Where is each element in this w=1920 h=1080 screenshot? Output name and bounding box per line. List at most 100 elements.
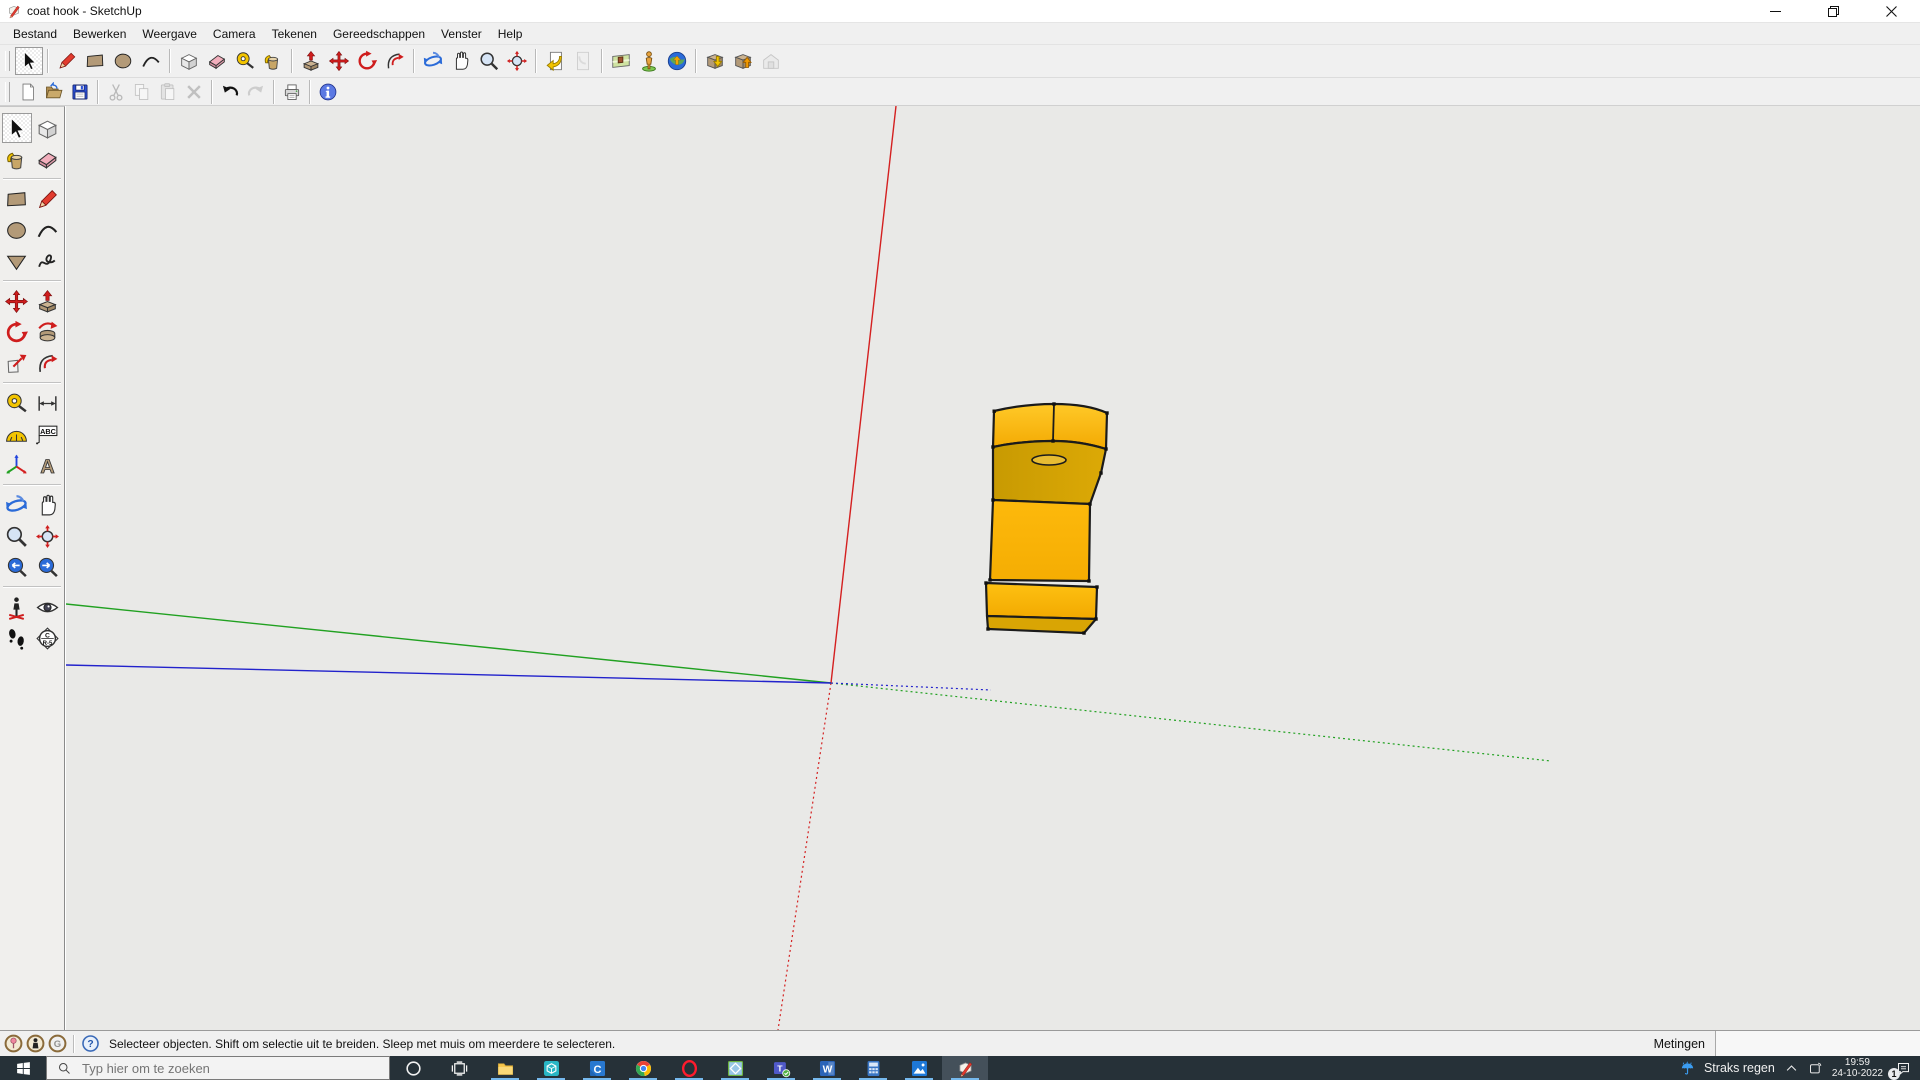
eraser-tool-button[interactable]	[33, 144, 63, 174]
move-tool-button[interactable]	[2, 286, 32, 316]
taskbar-app-word[interactable]	[804, 1056, 850, 1080]
taskbar-app-calculator[interactable]	[850, 1056, 896, 1080]
credits-status-icon[interactable]	[26, 1034, 45, 1053]
minimize-button[interactable]	[1746, 0, 1804, 22]
make-component-button[interactable]	[175, 47, 203, 75]
circle-button[interactable]	[109, 47, 137, 75]
taskbar-app-calendar[interactable]	[574, 1056, 620, 1080]
arc-button[interactable]	[137, 47, 165, 75]
notification-center-button[interactable]: 1	[1892, 1057, 1914, 1079]
previous-button[interactable]	[541, 47, 569, 75]
look-around-tool-button[interactable]	[33, 592, 63, 622]
tape-measure-button[interactable]	[231, 47, 259, 75]
restore-button[interactable]	[1804, 0, 1862, 22]
polygon-tool-button[interactable]	[2, 246, 32, 276]
dimension-tool-button[interactable]	[33, 388, 63, 418]
3d-text-tool-button[interactable]	[33, 450, 63, 480]
model-info-button[interactable]	[315, 79, 341, 104]
drawing-canvas[interactable]	[65, 106, 1920, 1030]
model-figure-button[interactable]	[635, 47, 663, 75]
tray-chevron-up-icon[interactable]	[1784, 1061, 1799, 1076]
pan-button[interactable]	[447, 47, 475, 75]
rotate-tool-button[interactable]	[2, 317, 32, 347]
geolocation-status-icon[interactable]	[4, 1034, 23, 1053]
taskbar-app-teams[interactable]	[758, 1056, 804, 1080]
toolbar-grip[interactable]	[5, 82, 10, 102]
taskbar-app-3d-viewer[interactable]	[528, 1056, 574, 1080]
eraser-button[interactable]	[203, 47, 231, 75]
google-earth-button[interactable]	[663, 47, 691, 75]
toolbar-grip[interactable]	[5, 51, 10, 71]
text-tool-button[interactable]	[33, 419, 63, 449]
menu-item-bewerken[interactable]: Bewerken	[65, 25, 134, 43]
start-button[interactable]	[0, 1056, 46, 1080]
taskbar-app-chrome[interactable]	[620, 1056, 666, 1080]
coat-hook-model[interactable]	[986, 404, 1107, 633]
orbit-button[interactable]	[419, 47, 447, 75]
menu-item-venster[interactable]: Venster	[433, 25, 490, 43]
menu-item-help[interactable]: Help	[490, 25, 531, 43]
rectangle-tool-button[interactable]	[2, 184, 32, 214]
offset-button[interactable]	[381, 47, 409, 75]
push-pull-tool-button[interactable]	[33, 286, 63, 316]
taskbar-clock[interactable]: 19:59 24-10-2022	[1832, 1057, 1883, 1079]
menu-item-weergave[interactable]: Weergave	[134, 25, 204, 43]
search-input[interactable]	[80, 1060, 334, 1077]
zoom-previous-tool-button[interactable]	[2, 552, 32, 582]
arc-tool-button[interactable]	[33, 215, 63, 245]
taskbar-app-file-explorer[interactable]	[482, 1056, 528, 1080]
tape-measure-tool-button[interactable]	[2, 388, 32, 418]
add-location-button[interactable]	[607, 47, 635, 75]
paint-bucket-tool-button[interactable]	[2, 144, 32, 174]
line-button[interactable]	[53, 47, 81, 75]
measurements-box[interactable]	[1715, 1031, 1920, 1056]
orbit-tool-button[interactable]	[2, 490, 32, 520]
select-tool-button[interactable]	[2, 113, 32, 143]
follow-me-tool-button[interactable]	[33, 317, 63, 347]
new-button[interactable]	[15, 79, 41, 104]
section-plane-tool-button[interactable]	[33, 623, 63, 653]
zoom-button[interactable]	[475, 47, 503, 75]
close-button[interactable]	[1862, 0, 1920, 22]
menu-item-gereedschappen[interactable]: Gereedschappen	[325, 25, 433, 43]
menu-item-bestand[interactable]: Bestand	[5, 25, 65, 43]
menu-item-camera[interactable]: Camera	[205, 25, 264, 43]
paint-bucket-button[interactable]	[259, 47, 287, 75]
walk-tool-button[interactable]	[2, 623, 32, 653]
zoom-tool-button[interactable]	[2, 521, 32, 551]
line-tool-button[interactable]	[33, 184, 63, 214]
circle-tool-button[interactable]	[2, 215, 32, 245]
signin-status-icon[interactable]	[48, 1034, 67, 1053]
taskbar-app-task-view[interactable]	[436, 1056, 482, 1080]
push-pull-button[interactable]	[297, 47, 325, 75]
taskbar-app-opera[interactable]	[666, 1056, 712, 1080]
weather-text[interactable]: Straks regen	[1704, 1061, 1775, 1075]
pan-tool-button[interactable]	[33, 490, 63, 520]
zoom-extents-tool-button[interactable]	[33, 521, 63, 551]
open-button[interactable]	[41, 79, 67, 104]
make-component-tool-button[interactable]	[33, 113, 63, 143]
taskbar-app-photos[interactable]	[896, 1056, 942, 1080]
move-button[interactable]	[325, 47, 353, 75]
menu-item-tekenen[interactable]: Tekenen	[264, 25, 325, 43]
protractor-tool-button[interactable]	[2, 419, 32, 449]
undo-button[interactable]	[217, 79, 243, 104]
zoom-extents-button[interactable]	[503, 47, 531, 75]
help-icon[interactable]	[81, 1034, 100, 1053]
print-button[interactable]	[279, 79, 305, 104]
taskbar-search[interactable]	[46, 1056, 390, 1080]
position-camera-tool-button[interactable]	[2, 592, 32, 622]
taskbar-app-sims[interactable]	[712, 1056, 758, 1080]
tray-device-icon[interactable]	[1808, 1061, 1823, 1076]
rectangle-button[interactable]	[81, 47, 109, 75]
taskbar-app-sketchup[interactable]	[942, 1056, 988, 1080]
zoom-next-tool-button[interactable]	[33, 552, 63, 582]
axes-tool-button[interactable]	[2, 450, 32, 480]
select-button[interactable]	[15, 47, 43, 75]
save-button[interactable]	[67, 79, 93, 104]
weather-umbrella-icon[interactable]	[1680, 1061, 1695, 1076]
get-models-button[interactable]	[701, 47, 729, 75]
taskbar-app-cortana[interactable]	[390, 1056, 436, 1080]
freehand-tool-button[interactable]	[33, 246, 63, 276]
offset-tool-button[interactable]	[33, 348, 63, 378]
